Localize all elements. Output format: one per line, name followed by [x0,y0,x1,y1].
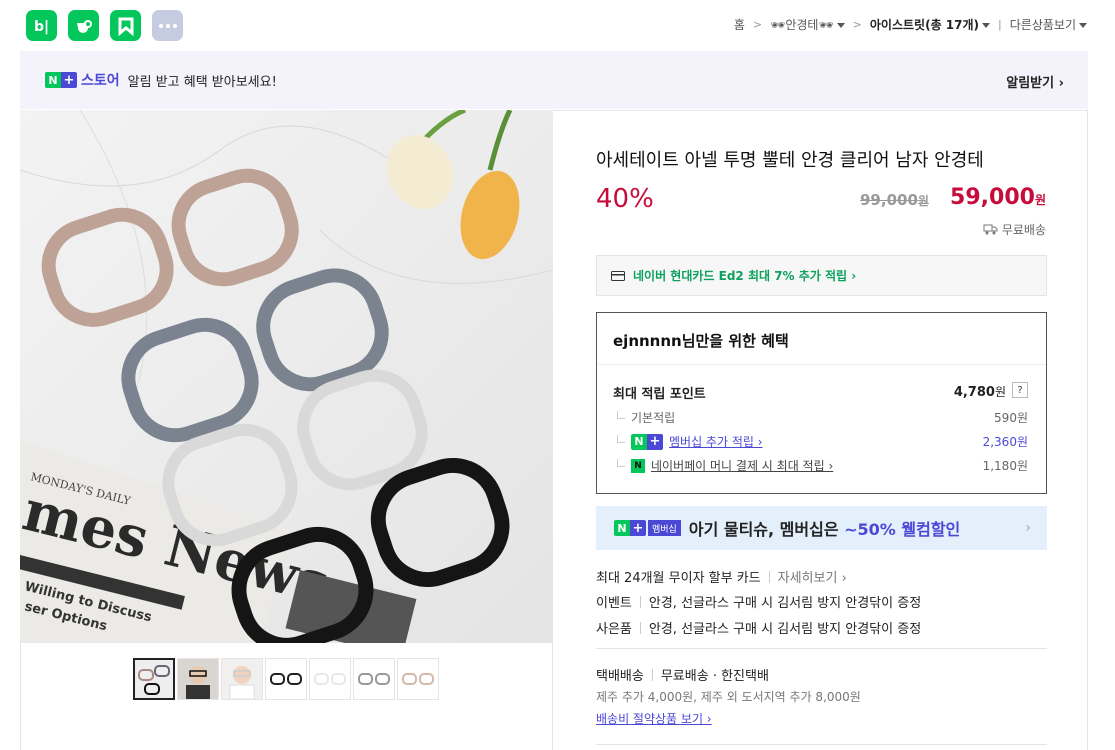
svg-text:b|: b| [34,19,49,35]
breadcrumb-store[interactable]: 아이스트릿(총 17개) [870,16,991,33]
notification-banner: N + 스토어 알림 받고 혜택 받아보세요! 알림받기 › [20,51,1088,109]
card-offer[interactable]: 네이버 현대카드 Ed2 최대 7% 추가 적립 › [596,255,1047,296]
installment-detail-link[interactable]: 자세히보기 › [778,567,847,586]
delivery-row: 택배배송 무료배송 · 한진택배 [596,668,769,684]
max-points-label: 최대 적립 포인트 [613,387,706,402]
top-bar: b| 홈 > 🕶안경테🕶 > 아이스트릿(총 17개) | 다른상품보기 [0,0,1115,50]
thumbnail-4[interactable] [265,658,307,700]
subscribe-alert-button[interactable]: 알림받기 › [1006,72,1064,91]
thumbnail-1[interactable] [133,658,175,700]
chevron-right-icon: > [852,18,862,31]
store-label: 스토어 [81,73,120,89]
npay-points-value: 1,180원 [982,459,1028,473]
membership-points-row[interactable]: N + 멤버십 추가 적립 › [617,433,763,450]
caret-down-icon [836,23,845,28]
breadcrumb-home[interactable]: 홈 [734,16,745,33]
divider: | [998,18,1002,31]
caret-down-icon [1079,23,1087,28]
gift-row: 사은품 안경, 선글라스 구매 시 김서림 방지 안경닦이 증정 [596,621,922,637]
thumbnail-3[interactable] [221,658,263,700]
product-title: 아세테이트 아넬 투명 뿔테 안경 클리어 남자 안경테 [596,150,984,171]
cafe-app-icon[interactable] [68,10,99,41]
membership-points-value: 2,360원 [982,435,1028,449]
chevron-right-icon: › [1025,520,1031,536]
shipping-saver-link[interactable]: 배송비 절약상품 보기 › [596,710,712,727]
breadcrumb: 홈 > 🕶안경테🕶 > 아이스트릿(총 17개) | 다른상품보기 [734,16,1087,33]
thumbnail-strip [133,658,439,700]
basic-points-value: 590원 [994,411,1028,425]
thumbnail-6[interactable] [353,658,395,700]
original-price: 99,000원 [860,191,929,209]
basic-points-row: 기본적립 [617,409,675,426]
max-points-value: 4,780원 [953,385,1006,400]
membership-badge: 멤버십 [648,520,681,536]
member-benefit-box: ejnnnnn님만을 위한 혜택 최대 적립 포인트 4,780원 ? 기본적립… [596,312,1047,494]
npay-points-row[interactable]: N 네이버페이 머니 결제 시 최대 적립 › [617,457,833,474]
thumbnail-2[interactable] [177,658,219,700]
caret-down-icon [982,23,991,28]
divider [596,648,1047,649]
delivery-extra-fee: 제주 추가 4,000원, 제주 외 도서지역 추가 8,000원 [596,690,861,704]
naver-plus-badge: N + [45,72,77,88]
benefit-title: ejnnnnn님만을 위한 혜택 [597,313,1046,365]
installment-row: 최대 24개월 무이자 할부 카드 자세히보기 › [596,567,847,586]
other-products-dropdown[interactable]: 다른상품보기 [1010,16,1087,33]
product-main-image[interactable]: MONDAY'S DAILY mes News Willing to Discu… [20,110,553,643]
event-row: 이벤트 안경, 선글라스 구매 시 김서림 방지 안경닦이 증정 [596,595,922,611]
naver-pay-icon: N [631,458,645,473]
blog-app-icon[interactable]: b| [26,10,57,41]
divider [596,744,1047,745]
thumbnail-5[interactable] [309,658,351,700]
more-apps-icon[interactable] [152,10,183,41]
thumbnail-7[interactable] [397,658,439,700]
shipping-info: 무료배송 [983,221,1046,238]
sale-price: 59,000원 [950,185,1046,210]
help-icon[interactable]: ? [1012,382,1028,398]
membership-promo-banner[interactable]: N + 멤버십 아기 물티슈, 멤버십은 ~50% 웰컴할인 › [596,506,1047,550]
truck-icon [983,224,998,235]
chevron-right-icon: > [752,18,763,31]
breadcrumb-category[interactable]: 🕶안경테🕶 [770,16,845,33]
credit-card-icon [611,270,625,281]
naver-plus-badge: N + [631,433,663,450]
bookmark-app-icon[interactable] [110,10,141,41]
banner-message: 알림 받고 혜택 받아보세요! [127,74,277,90]
naver-plus-badge: N + [614,520,646,536]
discount-rate: 40% [596,184,654,214]
